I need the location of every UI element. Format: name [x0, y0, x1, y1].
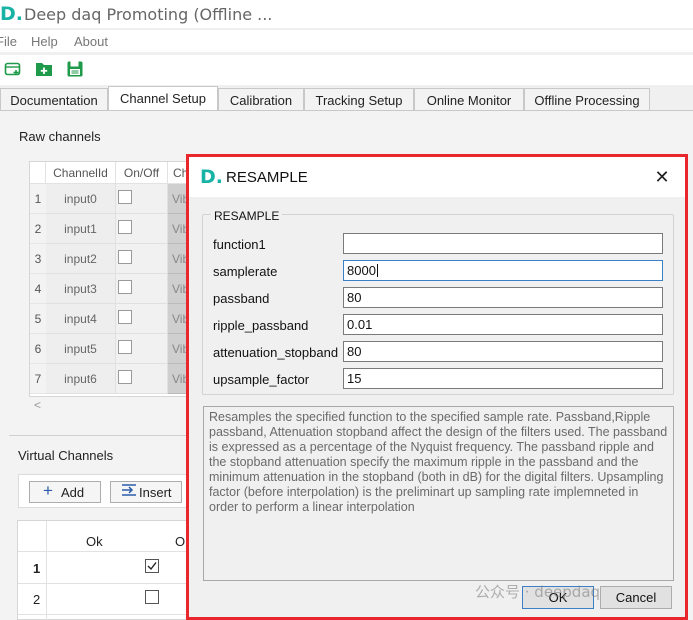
channel-id-cell[interactable]: input5: [46, 334, 116, 364]
add-folder-icon[interactable]: [35, 60, 53, 78]
tab-documentation[interactable]: Documentation: [0, 88, 108, 111]
table-row[interactable]: 5 input4 Vib: [30, 304, 190, 334]
dialog-title-bar: D. RESAMPLE ✕: [189, 157, 685, 197]
cancel-button[interactable]: Cancel: [600, 586, 672, 609]
passband-label: passband: [213, 291, 270, 306]
samplerate-value: 8000: [347, 263, 376, 278]
menu-bar: File Help About: [0, 30, 693, 52]
onoff-cell: [116, 334, 168, 364]
channel-id-cell[interactable]: input6: [46, 364, 116, 394]
onoff-cell: [116, 304, 168, 334]
column-header-ok[interactable]: Ok: [86, 534, 103, 549]
add-button-label: Add: [61, 485, 85, 500]
dialog-title: RESAMPLE: [226, 169, 308, 186]
row-number: 6: [30, 334, 46, 364]
samplerate-input[interactable]: 8000: [343, 260, 663, 281]
table-row[interactable]: 7 input6 Vib: [30, 364, 190, 394]
window-title: Deep daq Promoting (Offline ...: [24, 5, 273, 24]
toolbar: [0, 55, 693, 85]
onoff-checkbox[interactable]: [118, 340, 132, 354]
app-logo: D.: [0, 3, 23, 25]
row-number: 2: [33, 592, 41, 607]
onoff-cell: [116, 364, 168, 394]
text-caret: [376, 264, 378, 277]
tab-channel-setup[interactable]: Channel Setup: [108, 86, 218, 111]
row-number: 1: [33, 561, 41, 576]
save-icon[interactable]: [66, 60, 84, 78]
raw-channels-table: ChannelId On/Off Ch 1 input0 Vib 2 input…: [29, 161, 190, 397]
tab-tracking-setup[interactable]: Tracking Setup: [304, 88, 414, 111]
onoff-cell: [116, 244, 168, 274]
onoff-checkbox[interactable]: [118, 370, 132, 384]
upsample-factor-label: upsample_factor: [213, 372, 310, 387]
table-row[interactable]: 4 input3 Vib: [30, 274, 190, 304]
tab-offline-processing[interactable]: Offline Processing: [524, 88, 650, 111]
background-strip: [688, 154, 693, 620]
tab-online-monitor[interactable]: Online Monitor: [414, 88, 524, 111]
channel-id-cell[interactable]: input4: [46, 304, 116, 334]
menu-about[interactable]: About: [74, 34, 108, 49]
title-bar: D. Deep daq Promoting (Offline ...: [0, 0, 693, 28]
column-header-channelid[interactable]: ChannelId: [46, 162, 116, 184]
upsample-factor-input[interactable]: 15: [343, 368, 663, 389]
menu-help[interactable]: Help: [31, 34, 58, 49]
onoff-cell: [116, 184, 168, 214]
raw-channels-label: Raw channels: [19, 129, 101, 144]
column-header-onoff[interactable]: On/Off: [116, 162, 168, 184]
horizontal-scrollbar[interactable]: <: [29, 397, 189, 415]
attenuation-stopband-label: attenuation_stopband: [213, 345, 339, 360]
table-row[interactable]: 3 input2 Vib: [30, 244, 190, 274]
row-number: 4: [30, 274, 46, 304]
onoff-cell: [116, 274, 168, 304]
row-number: 1: [30, 184, 46, 214]
on-checkbox-checked[interactable]: [145, 559, 159, 573]
row-number: 2: [30, 214, 46, 244]
insert-button[interactable]: Insert: [110, 481, 182, 503]
table-row[interactable]: 6 input5 Vib: [30, 334, 190, 364]
tab-calibration[interactable]: Calibration: [218, 88, 304, 111]
grid-corner: [30, 162, 46, 184]
column-header-on[interactable]: On: [175, 534, 186, 549]
virtual-channels-table: [17, 520, 190, 620]
attenuation-stopband-input[interactable]: 80: [343, 341, 663, 362]
onoff-cell: [116, 214, 168, 244]
channel-id-cell[interactable]: input1: [46, 214, 116, 244]
plus-icon: +: [43, 481, 53, 500]
function1-input[interactable]: [343, 233, 663, 254]
add-button[interactable]: + Add: [29, 481, 101, 503]
onoff-checkbox[interactable]: [118, 250, 132, 264]
dialog-logo: D.: [200, 166, 223, 188]
insert-icon: [121, 483, 137, 500]
on-checkbox[interactable]: [145, 590, 159, 604]
onoff-checkbox[interactable]: [118, 220, 132, 234]
function1-label: function1: [213, 237, 266, 252]
table-row[interactable]: 1 input0 Vib: [30, 184, 190, 214]
insert-button-label: Insert: [139, 485, 172, 500]
row-number: 3: [30, 244, 46, 274]
virtual-channels-label: Virtual Channels: [18, 448, 114, 463]
group-title: RESAMPLE: [211, 209, 283, 223]
scroll-left-icon[interactable]: <: [34, 398, 41, 412]
function-description: Resamples the specified function to the …: [203, 406, 674, 581]
tab-bar: Documentation Channel Setup Calibration …: [0, 86, 693, 111]
table-row[interactable]: 2 input1 Vib: [30, 214, 190, 244]
channel-id-cell[interactable]: input2: [46, 244, 116, 274]
resample-dialog: D. RESAMPLE ✕ RESAMPLE function1 sampler…: [186, 154, 688, 620]
ripple-passband-label: ripple_passband: [213, 318, 309, 333]
menu-file[interactable]: File: [0, 34, 17, 49]
watermark: 公众号 · deepdaq: [475, 583, 601, 601]
samplerate-label: samplerate: [213, 264, 278, 279]
onoff-checkbox[interactable]: [118, 280, 132, 294]
onoff-checkbox[interactable]: [118, 190, 132, 204]
new-window-icon[interactable]: [4, 60, 22, 78]
channel-id-cell[interactable]: input3: [46, 274, 116, 304]
onoff-checkbox[interactable]: [118, 310, 132, 324]
row-number: 7: [30, 364, 46, 394]
passband-input[interactable]: 80: [343, 287, 663, 308]
channel-id-cell[interactable]: input0: [46, 184, 116, 214]
close-icon[interactable]: ✕: [651, 166, 673, 188]
ripple-passband-input[interactable]: 0.01: [343, 314, 663, 335]
row-number: 5: [30, 304, 46, 334]
